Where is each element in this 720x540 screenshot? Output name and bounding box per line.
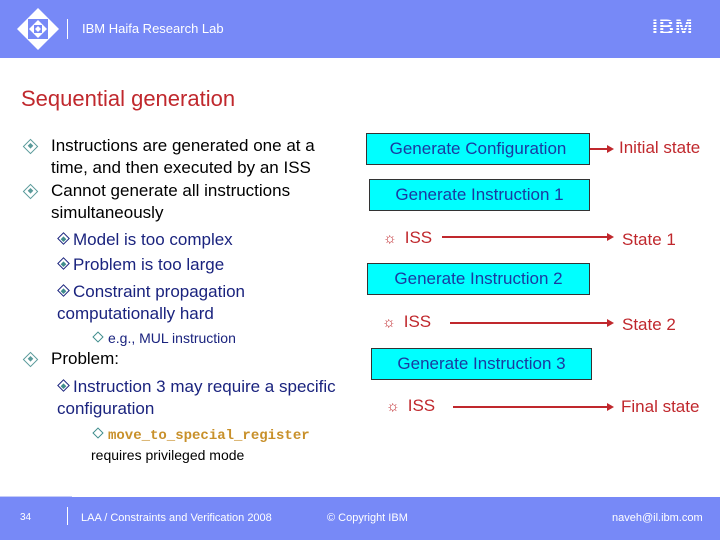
state-1-label: State 1 <box>622 230 676 249</box>
state-2-label: State 2 <box>622 315 676 334</box>
sub-bullet-instruction-3-line-2: configuration <box>57 399 155 418</box>
bullet-1-line-2: time, and then executed by an ISS <box>51 158 311 177</box>
ibm-research-logo-icon <box>17 8 59 50</box>
bullet-3-line-1: Problem: <box>51 349 120 368</box>
footer-course: LAA / Constraints and Verification 2008 <box>81 512 272 524</box>
sub-sub-bullet-mul: e.g., MUL instruction <box>92 327 236 349</box>
sun-icon: ☼ <box>382 314 396 331</box>
iss-label: ISS <box>404 228 433 247</box>
sub-bullet-constraint-propagation: Constraint propagation <box>57 281 246 303</box>
sun-icon: ☼ <box>383 230 397 247</box>
sub-bullet-diamond-icon <box>57 257 70 270</box>
footer-copyright: © Copyright IBM <box>327 512 408 524</box>
generate-instruction-2-box: Generate Instruction 2 <box>367 263 590 295</box>
footer-email: naveh@il.ibm.com <box>612 512 703 524</box>
bullet-diamond-icon <box>22 351 39 368</box>
sub-bullet-diamond-icon <box>57 284 70 297</box>
sub-bullet-diamond-icon <box>57 232 70 245</box>
bullet-1-line-1: Instructions are generated one at a <box>51 136 315 155</box>
sub-bullet-model-complex: Model is too complex <box>57 229 233 251</box>
arrow-icon <box>453 403 614 411</box>
lab-name: IBM Haifa Research Lab <box>82 21 224 36</box>
bullet-diamond-icon <box>22 183 39 200</box>
iss-2: ☼ ISS <box>382 312 431 332</box>
bullet-diamond-icon <box>22 138 39 155</box>
sub-bullet-constraint-propagation-line-2: computationally hard <box>57 304 214 323</box>
ibm-logo: IBM <box>652 16 694 39</box>
sub-bullet-diamond-icon <box>57 379 70 392</box>
bullet-2-line-2: simultaneously <box>51 203 164 222</box>
sun-icon: ☼ <box>386 398 400 415</box>
iss-1: ☼ ISS <box>383 228 432 248</box>
iss-label: ISS <box>403 312 432 331</box>
sub-bullet-text: Model is too complex <box>73 230 233 249</box>
initial-state-label: Initial state <box>619 138 701 157</box>
arrow-icon <box>590 145 614 153</box>
sub-sub-bullet-privileged-mode: requires privileged mode <box>91 447 245 463</box>
footer-divider <box>67 507 68 525</box>
header-divider <box>67 19 68 39</box>
header-bar: IBM Haifa Research Lab IBM <box>0 0 720 58</box>
sub-bullet-text: Constraint propagation <box>73 282 246 301</box>
generate-configuration-box: Generate Configuration <box>366 133 590 165</box>
generate-instruction-1-box: Generate Instruction 1 <box>369 179 590 211</box>
page-number: 34 <box>20 512 32 523</box>
sub-sub-bullet-text: e.g., MUL instruction <box>108 330 236 346</box>
final-state-label: Final state <box>621 397 700 416</box>
sub-bullet-instruction-3: Instruction 3 may require a specific <box>57 376 336 398</box>
arrow-icon <box>442 233 614 241</box>
footer-bar: 34 LAA / Constraints and Verification 20… <box>0 497 720 540</box>
iss-label: ISS <box>407 396 436 415</box>
generate-instruction-3-box: Generate Instruction 3 <box>371 348 592 380</box>
iss-3: ☼ ISS <box>386 396 435 416</box>
sub-bullet-text: Problem is too large <box>73 255 225 274</box>
code-text: move_to_special_register <box>108 428 310 444</box>
sub-bullet-text: Instruction 3 may require a specific <box>73 377 336 396</box>
sub-bullet-problem-large: Problem is too large <box>57 254 225 276</box>
bullet-2-line-1: Cannot generate all instructions <box>51 181 291 200</box>
slide-title: Sequential generation <box>21 86 236 111</box>
sub-sub-bullet-diamond-icon <box>92 427 104 439</box>
sub-sub-bullet-diamond-icon <box>92 331 104 343</box>
arrow-icon <box>450 319 614 327</box>
